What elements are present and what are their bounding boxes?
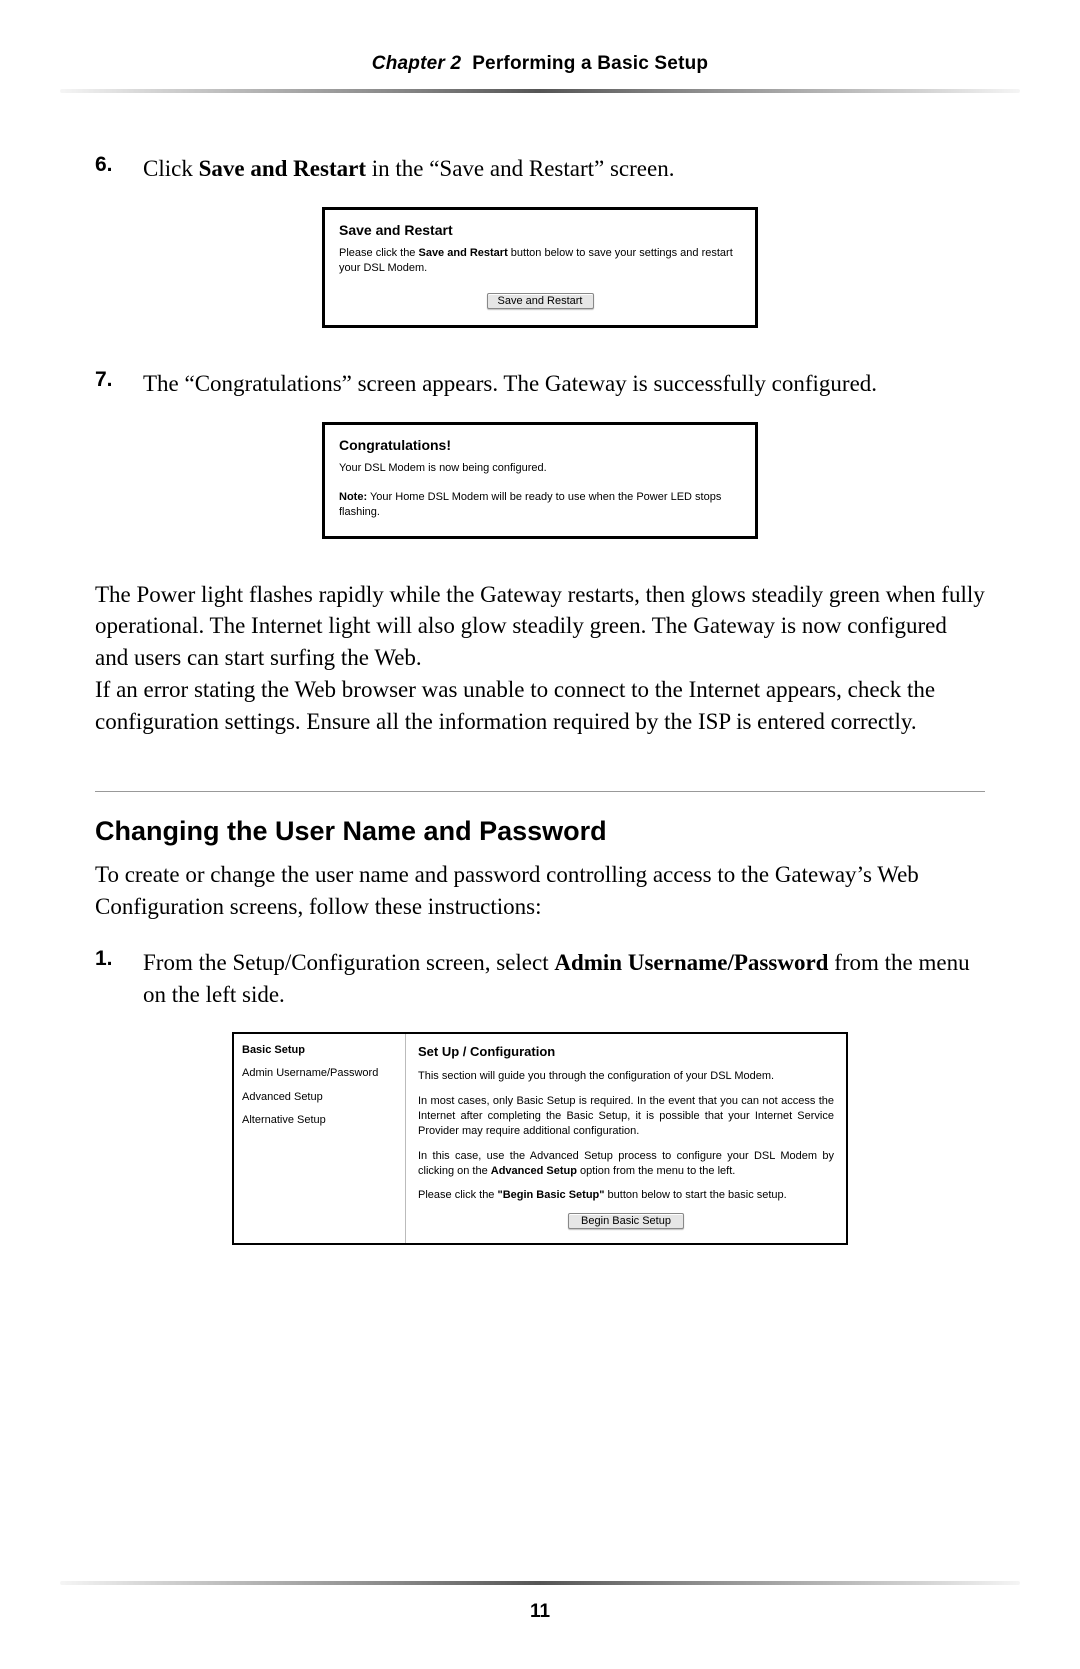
config-content: Set Up / Configuration This section will…: [406, 1034, 846, 1243]
config-menu: Basic Setup Admin Username/Password Adva…: [234, 1034, 406, 1243]
save-restart-button[interactable]: Save and Restart: [487, 293, 594, 309]
section-rule: [95, 791, 985, 792]
header-rule: [60, 89, 1020, 93]
menu-alternative-setup[interactable]: Alternative Setup: [242, 1114, 397, 1127]
menu-advanced-setup[interactable]: Advanced Setup: [242, 1091, 397, 1104]
step-body: The “Congratulations” screen appears. Th…: [143, 368, 985, 400]
config-paragraph: In most cases, only Basic Setup is requi…: [418, 1094, 834, 1139]
box-text: Your DSL Modem is now being configured.: [339, 461, 741, 476]
step-number: 7.: [95, 368, 121, 400]
box-text: Please click the Save and Restart button…: [339, 246, 741, 276]
box-title: Congratulations!: [339, 437, 741, 453]
menu-basic-setup[interactable]: Basic Setup: [242, 1044, 397, 1057]
step-1: 1. From the Setup/Configuration screen, …: [95, 947, 985, 1010]
chapter-header: Chapter 2 Performing a Basic Setup: [95, 53, 985, 89]
step-7: 7. The “Congratulations” screen appears.…: [95, 368, 985, 400]
box-note: Note: Your Home DSL Modem will be ready …: [339, 490, 741, 520]
chapter-label: Chapter 2: [372, 53, 461, 74]
congratulations-box: Congratulations! Your DSL Modem is now b…: [322, 422, 758, 539]
box-title: Save and Restart: [339, 222, 741, 238]
config-title: Set Up / Configuration: [418, 1044, 834, 1059]
footer-rule: [60, 1581, 1020, 1585]
save-restart-box: Save and Restart Please click the Save a…: [322, 207, 758, 329]
step-number: 6.: [95, 153, 121, 185]
config-paragraph: Please click the "Begin Basic Setup" but…: [418, 1188, 834, 1203]
paragraph: If an error stating the Web browser was …: [95, 674, 985, 737]
step-body: From the Setup/Configuration screen, sel…: [143, 947, 985, 1010]
menu-admin-user-pass[interactable]: Admin Username/Password: [242, 1067, 397, 1080]
step-body: Click Save and Restart in the “Save and …: [143, 153, 985, 185]
setup-config-box: Basic Setup Admin Username/Password Adva…: [232, 1032, 848, 1245]
section-intro: To create or change the user name and pa…: [95, 859, 985, 922]
paragraph-block: The Power light flashes rapidly while th…: [95, 579, 985, 738]
step-6: 6. Click Save and Restart in the “Save a…: [95, 153, 985, 185]
step-number: 1.: [95, 947, 121, 1010]
config-paragraph: In this case, use the Advanced Setup pro…: [418, 1149, 834, 1179]
chapter-title: Performing a Basic Setup: [472, 53, 708, 74]
config-paragraph: This section will guide you through the …: [418, 1069, 834, 1084]
paragraph: The Power light flashes rapidly while th…: [95, 579, 985, 674]
begin-basic-setup-button[interactable]: Begin Basic Setup: [568, 1213, 684, 1229]
page-number: 11: [0, 1601, 1080, 1623]
section-heading: Changing the User Name and Password: [95, 816, 985, 847]
